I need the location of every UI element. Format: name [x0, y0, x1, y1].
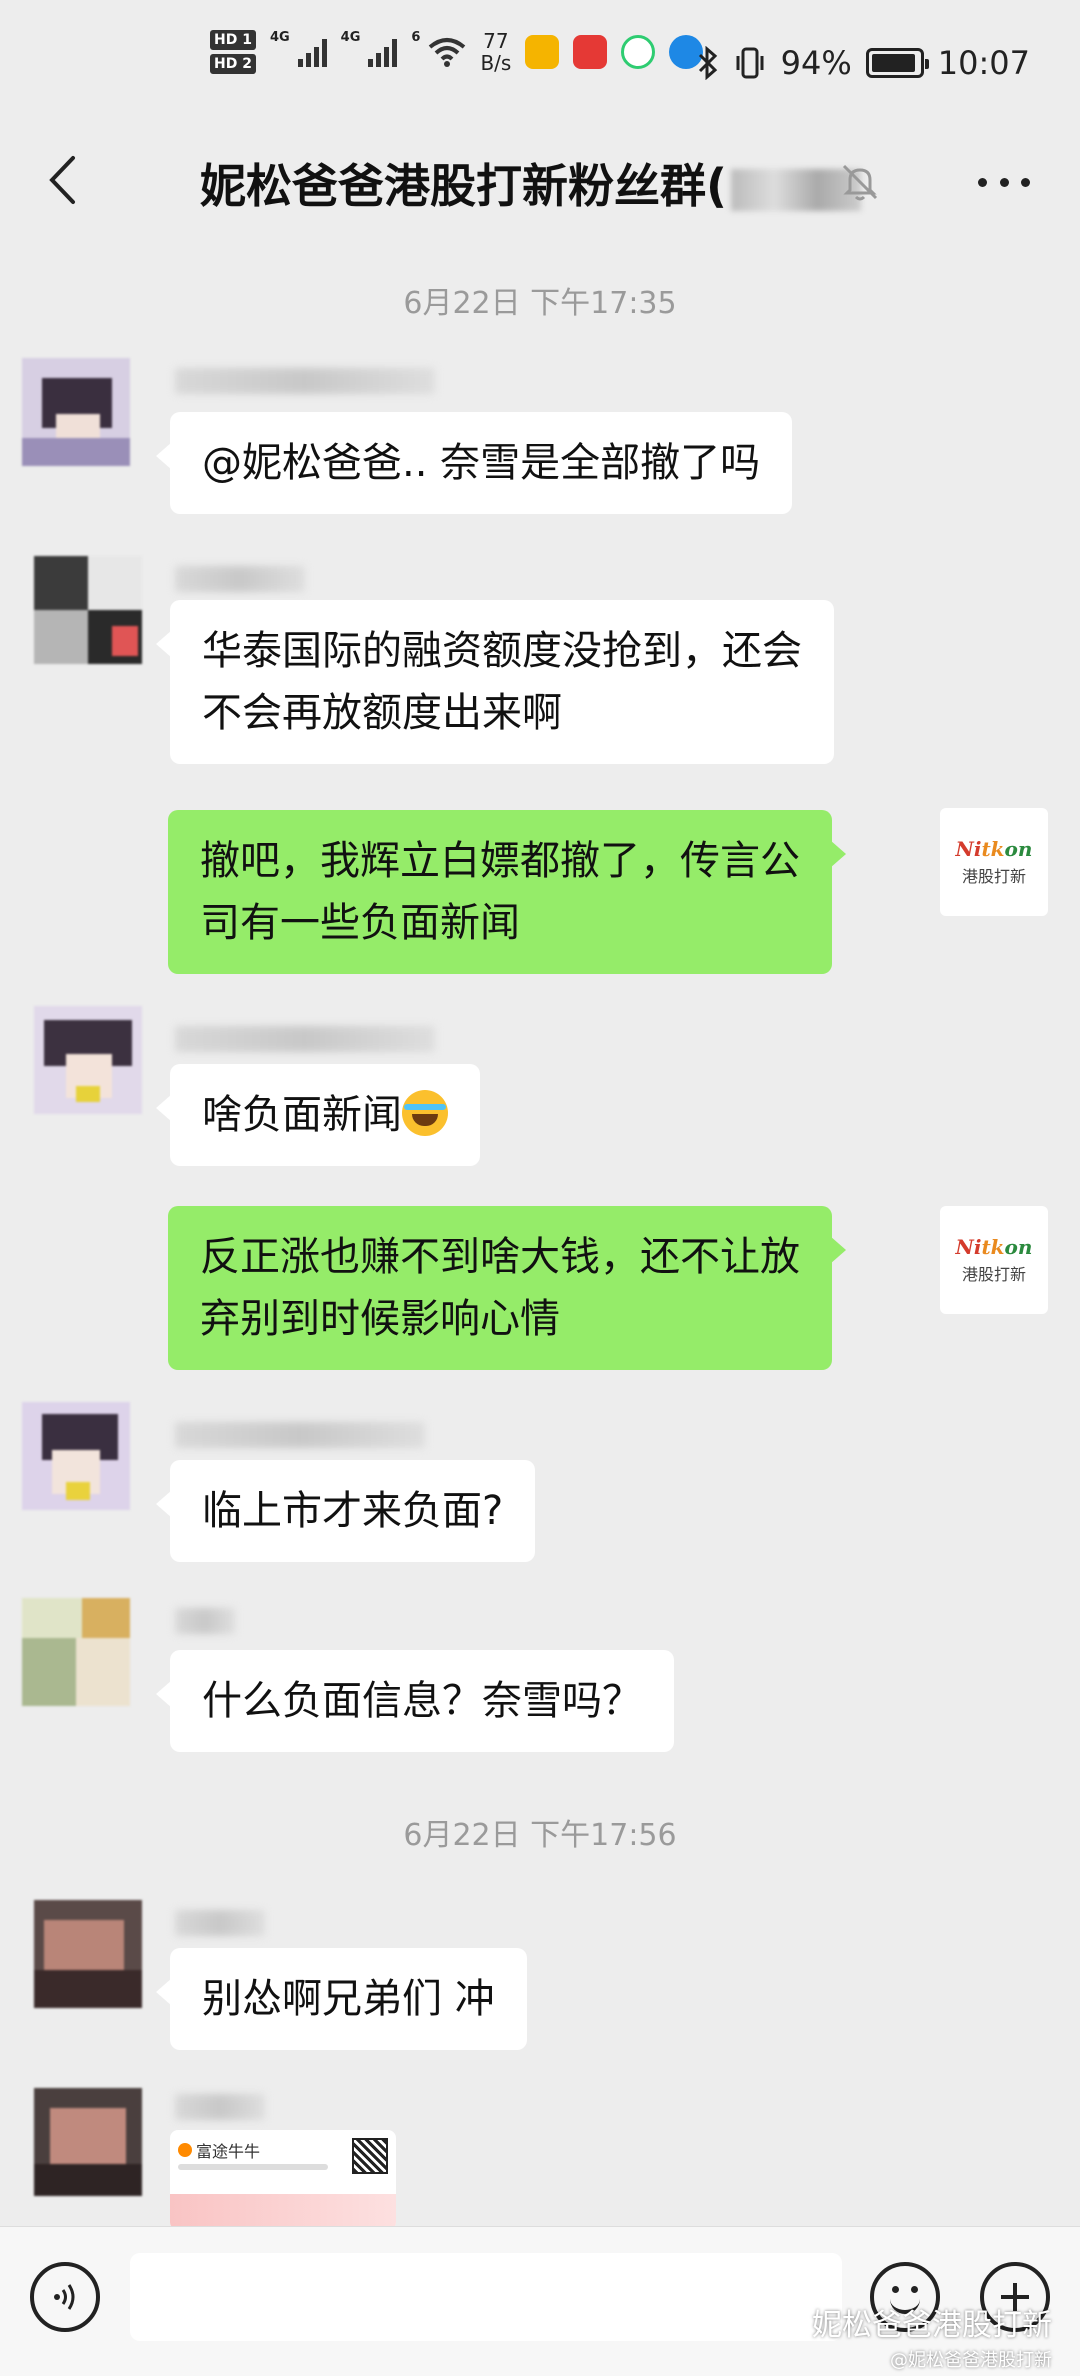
timestamp: 6月22日 下午17:35	[403, 286, 677, 321]
avatar[interactable]	[22, 1598, 130, 1706]
message-text: 什么负面信息？奈雪吗？	[202, 1678, 642, 1724]
watermark-main: 妮松爸爸港股打新	[770, 2300, 1052, 2344]
status-bar: HD 1 HD 2 4G 4G 6 77 B/s 94% 10:07	[0, 0, 1080, 140]
chevron-left-icon	[49, 156, 75, 204]
network-type-2: 4G	[340, 30, 361, 45]
sender-name-redacted	[175, 1608, 235, 1634]
message-line: 弃别到时候影响心情	[200, 1296, 560, 1342]
signal-icon	[297, 37, 327, 67]
chat-title: 妮松爸爸港股打新粉丝群(	[200, 150, 862, 216]
hd2-badge: HD 2	[210, 54, 256, 74]
battery-icon	[865, 48, 929, 78]
battery-percent: 94%	[780, 44, 852, 82]
avatar[interactable]	[34, 556, 142, 664]
voice-icon	[54, 2284, 75, 2310]
message-bubble-outgoing[interactable]: 反正涨也赚不到啥大钱，还不让放 弃别到时候影响心情	[168, 1206, 846, 1370]
message-line: 不会再放额度出来啊	[202, 690, 562, 736]
sender-name-redacted	[175, 1026, 435, 1052]
message-text: @妮松爸爸.. 奈雪是全部撤了吗	[202, 440, 761, 486]
avatar[interactable]	[34, 1900, 142, 2008]
message-bubble[interactable]: 临上市才来负面?	[155, 1460, 536, 1562]
card-text-line	[178, 2164, 328, 2170]
chat-header: 妮松爸爸港股打新粉丝群(	[0, 130, 1080, 230]
logo-subtitle: 港股打新	[961, 867, 1026, 886]
futu-logo-icon	[178, 2143, 192, 2157]
speed-unit: B/s	[480, 51, 512, 75]
hd-indicators: HD 1 HD 2	[210, 30, 256, 74]
tears-of-joy-emoji-icon	[402, 1090, 448, 1136]
status-left: HD 1 HD 2 4G 4G 6 77 B/s	[210, 30, 704, 74]
network-speed: 77 B/s	[480, 30, 511, 74]
dot	[978, 177, 987, 187]
avatar[interactable]	[22, 358, 130, 466]
chat-title-text: 妮松爸爸港股打新粉丝群(	[200, 159, 728, 213]
message-input[interactable]	[130, 2253, 842, 2341]
qr-code-icon	[352, 2138, 388, 2174]
network-type-1: 4G	[269, 30, 290, 45]
sender-name-redacted	[175, 1422, 425, 1448]
sync-icon	[621, 35, 656, 69]
avatar[interactable]	[34, 1006, 142, 1114]
voice-button[interactable]	[30, 2262, 100, 2332]
message-text: 临上市才来负面?	[202, 1488, 504, 1534]
sender-name-redacted	[175, 1910, 265, 1936]
watermark-handle: @妮松爸爸港股打新	[890, 2350, 1052, 2371]
nikon-logo: Nitkon	[955, 837, 1033, 861]
watermark-text: 妮松爸爸港股打新	[812, 2308, 1052, 2343]
timestamp: 6月22日 下午17:56	[403, 1818, 677, 1853]
signal-icon	[368, 37, 398, 67]
bell-off-icon	[842, 164, 878, 201]
wifi-icon	[429, 38, 466, 67]
message-text: 别怂啊兄弟们 冲	[202, 1976, 495, 2022]
message-bubble[interactable]: @妮松爸爸.. 奈雪是全部撤了吗	[155, 412, 793, 514]
message-line: 反正涨也赚不到啥大钱，还不让放	[200, 1234, 800, 1280]
message-bubble[interactable]: 啥负面新闻	[156, 1064, 480, 1166]
message-bubble[interactable]: 华泰国际的融资额度没抢到，还会 不会再放额度出来啊	[156, 600, 834, 764]
clock: 10:07	[937, 44, 1030, 82]
message-bubble[interactable]: 什么负面信息？奈雪吗？	[156, 1650, 674, 1752]
hd1-badge: HD 1	[210, 30, 256, 50]
mail-icon	[525, 35, 560, 69]
bluetooth-icon	[698, 46, 717, 80]
status-right: 94% 10:07	[697, 44, 1030, 82]
logo-subtitle: 港股打新	[961, 1265, 1026, 1284]
avatar[interactable]	[34, 2088, 142, 2196]
book-icon	[573, 35, 608, 69]
watermark: 妮松爸爸港股打新 @妮松爸爸港股打新	[770, 2300, 1052, 2372]
more-button[interactable]	[974, 158, 1034, 206]
message-line: 司有一些负面新闻	[200, 900, 520, 946]
sender-name-redacted	[175, 2094, 265, 2120]
self-avatar[interactable]: Nitkon 港股打新	[940, 1206, 1048, 1314]
shared-card[interactable]: 富途牛牛	[170, 2130, 396, 2230]
back-button[interactable]	[30, 148, 94, 212]
avatar[interactable]	[22, 1402, 130, 1510]
dot	[1021, 177, 1030, 187]
dot	[999, 177, 1009, 187]
sender-name-redacted	[175, 566, 305, 592]
message-bubble-outgoing[interactable]: 撤吧，我辉立白嫖都撤了，传言公 司有一些负面新闻	[168, 810, 846, 974]
wifi-version: 6	[411, 30, 421, 45]
message-text: 啥负面新闻	[202, 1092, 402, 1138]
sender-name-redacted	[175, 368, 435, 394]
wechat-icon	[770, 2309, 804, 2335]
message-line: 撤吧，我辉立白嫖都撤了，传言公	[200, 838, 800, 884]
card-image	[170, 2194, 396, 2230]
message-bubble[interactable]: 别怂啊兄弟们 冲	[156, 1948, 527, 2050]
vibrate-icon	[736, 47, 764, 79]
speed-value: 77	[483, 29, 509, 53]
self-avatar[interactable]: Nitkon 港股打新	[940, 808, 1048, 916]
message-line: 华泰国际的融资额度没抢到，还会	[202, 628, 802, 674]
card-brand: 富途牛牛	[178, 2138, 260, 2162]
nikon-logo: Nitkon	[955, 1235, 1033, 1259]
